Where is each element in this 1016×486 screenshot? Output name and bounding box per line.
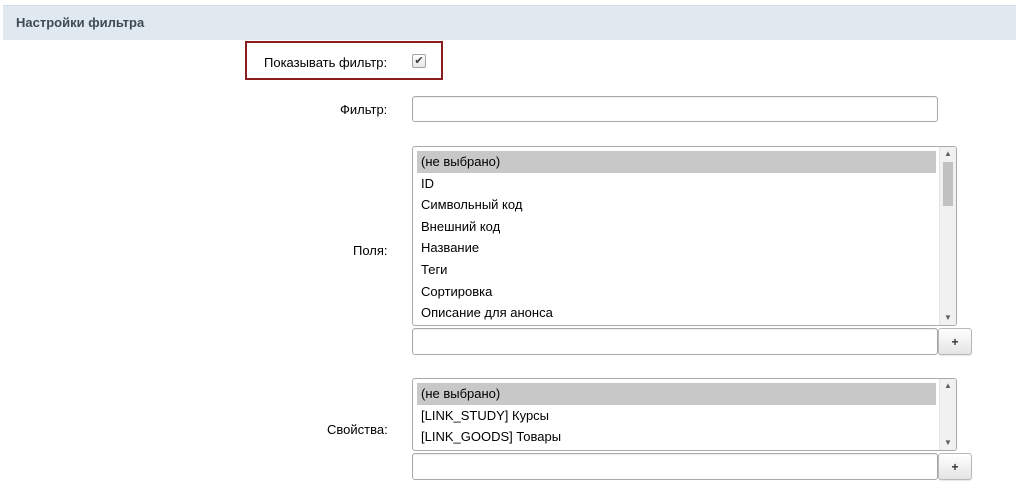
- properties-input[interactable]: [412, 453, 938, 480]
- list-item[interactable]: (не выбрано): [417, 383, 936, 405]
- fields-label: Поля:: [353, 243, 388, 258]
- checkmark-icon: ✔: [414, 54, 424, 67]
- section-header: Настройки фильтра: [3, 5, 1016, 40]
- show-filter-checkbox[interactable]: ✔: [412, 54, 426, 68]
- scroll-up-icon[interactable]: ▲: [940, 379, 956, 393]
- scroll-thumb[interactable]: [943, 162, 953, 206]
- filter-label: Фильтр:: [340, 102, 388, 117]
- list-item[interactable]: Символьный код: [417, 194, 936, 216]
- fields-listbox[interactable]: (не выбрано) ID Символьный код Внешний к…: [412, 146, 957, 326]
- list-item[interactable]: Сортировка: [417, 281, 936, 303]
- list-item[interactable]: (не выбрано): [417, 151, 936, 173]
- list-item[interactable]: ID: [417, 173, 936, 195]
- fields-input[interactable]: [412, 328, 938, 355]
- fields-add-button[interactable]: +: [938, 328, 972, 355]
- properties-listbox[interactable]: (не выбрано) [LINK_STUDY] Курсы [LINK_GO…: [412, 378, 957, 451]
- properties-scrollbar[interactable]: ▲ ▼: [939, 379, 956, 450]
- filter-input[interactable]: [412, 96, 938, 122]
- properties-add-button[interactable]: +: [938, 453, 972, 480]
- list-item[interactable]: Внешний код: [417, 216, 936, 238]
- section-title: Настройки фильтра: [16, 15, 145, 30]
- scroll-up-icon[interactable]: ▲: [940, 147, 956, 161]
- scroll-down-icon[interactable]: ▼: [940, 436, 956, 450]
- list-item[interactable]: Теги: [417, 259, 936, 281]
- list-item[interactable]: Название: [417, 237, 936, 259]
- list-item[interactable]: [LINK_GOODS] Товары: [417, 426, 936, 448]
- properties-label: Свойства:: [327, 422, 388, 437]
- list-item[interactable]: [LINK_STUDY] Курсы: [417, 405, 936, 427]
- list-item[interactable]: Описание для анонса: [417, 302, 936, 324]
- show-filter-label: Показывать фильтр:: [264, 55, 388, 70]
- scroll-down-icon[interactable]: ▼: [940, 311, 956, 325]
- fields-scrollbar[interactable]: ▲ ▼: [939, 147, 956, 325]
